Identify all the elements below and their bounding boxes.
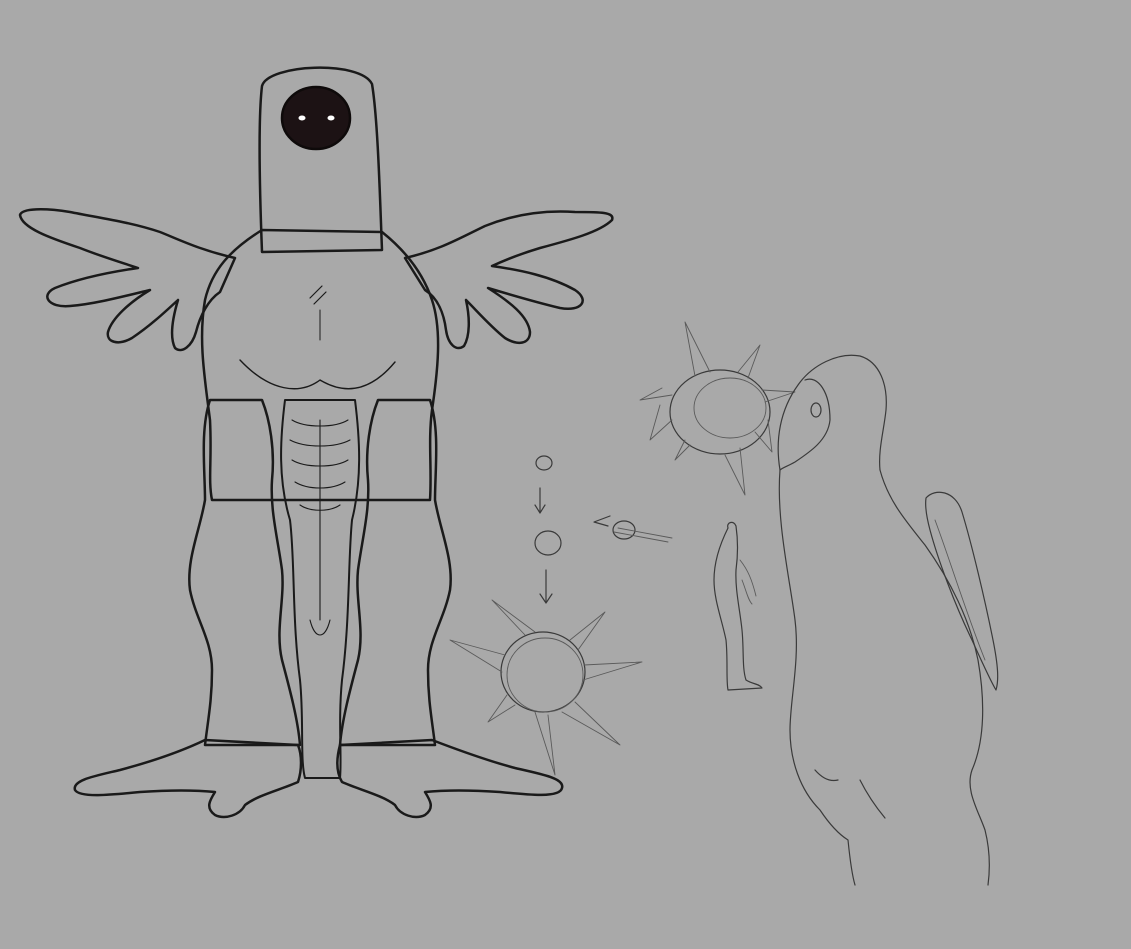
creature-left-eye [298,115,306,121]
sketch-spiked-sphere [449,599,643,776]
artwork-canvas [0,0,1131,949]
small-figure-sketch [713,521,763,691]
sketch-arrow-down-2 [539,569,553,604]
sphere-transformation-sketches [449,321,796,776]
sketch-small-orb [535,455,553,471]
side-head-outline [777,354,887,471]
creature-right-leg [338,398,452,747]
small-figure-outline [713,521,763,691]
chest-line [239,359,396,390]
creature-left-leg [188,398,302,747]
sketch-incoming-orb [593,515,673,543]
creature-right-arm [403,210,614,350]
side-eye [810,402,822,418]
rib-lines [289,419,351,636]
side-belly-line [814,769,839,782]
side-arm-wing [925,491,999,691]
sketch-arrow-down-1 [534,487,546,514]
side-body-front [778,469,856,886]
creature-right-eye [327,115,335,121]
creature-side-view-sketch [777,354,999,886]
creature-front-view [18,66,614,819]
side-leg-line [859,779,886,819]
creature-right-foot [336,738,564,819]
sketch-medium-orb [534,530,562,556]
sketch-spiked-sphere-top [639,321,796,496]
side-face-line [779,378,831,471]
creature-face [280,85,352,151]
side-body-back [879,469,990,886]
artwork-svg [18,66,999,886]
scar-mark [309,285,327,305]
creature-left-foot [73,738,303,819]
